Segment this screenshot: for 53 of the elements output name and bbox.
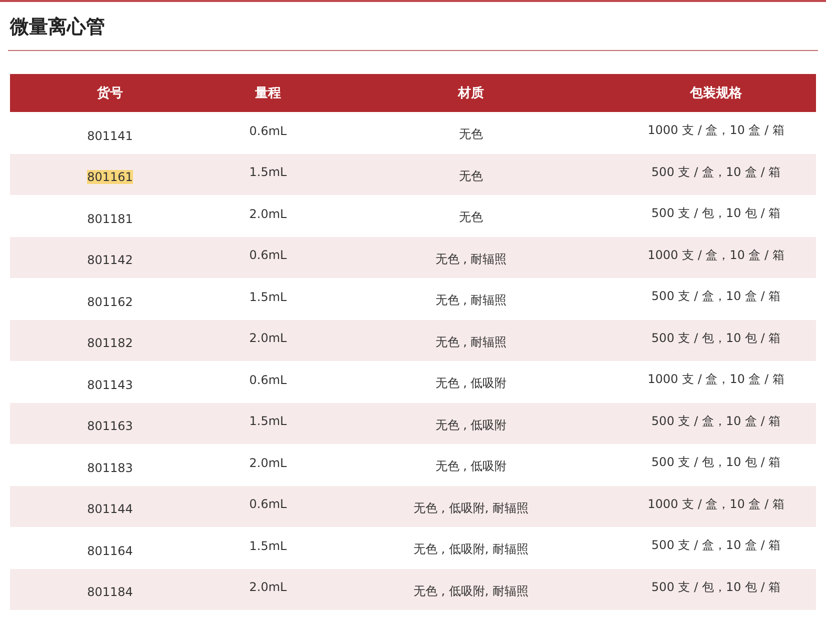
table-cell: 2.0mL — [249, 206, 287, 221]
table-cell: 801184 — [87, 585, 133, 600]
column-header: 货号 — [10, 74, 210, 112]
table-cell: 801161 — [87, 170, 133, 184]
table-cell: 无色 , 耐辐照 — [435, 292, 507, 310]
table-cell: 无色 , 低吸附 — [435, 375, 507, 392]
column-header: 包装规格 — [616, 74, 816, 112]
table-cell: 无色 — [459, 168, 483, 185]
table-cell: 801142 — [87, 253, 133, 268]
table-cell: 无色 , 低吸附, 耐辐照 — [413, 582, 529, 600]
table-cell: 2.0mL — [249, 456, 287, 470]
table-cell: 2.0mL — [249, 580, 287, 594]
table-cell: 801181 — [87, 212, 133, 226]
table-cell: 801164 — [87, 544, 133, 558]
table-cell: 500 支 / 包，10 包 / 箱 — [651, 330, 781, 347]
table-cell: 500 支 / 盒，10 盒 / 箱 — [651, 537, 781, 554]
table-cell: 500 支 / 盒，10 盒 / 箱 — [651, 412, 781, 430]
table-cell: 无色 , 低吸附 — [435, 416, 507, 434]
table-cell: 801141 — [87, 128, 133, 143]
table-cell: 1000 支 / 盒，10 盒 / 箱 — [648, 246, 784, 264]
table-cell: 1000 支 / 盒，10 盒 / 箱 — [648, 122, 784, 140]
table-cell: 1000 支 / 盒，10 盒 / 箱 — [648, 371, 784, 388]
table-cell: 1.5mL — [249, 538, 287, 553]
table-cell: 1.5mL — [249, 414, 287, 428]
table-cell: 801143 — [87, 378, 133, 392]
table-cell: 无色 — [459, 126, 483, 144]
table-cell: 500 支 / 包，10 包 / 箱 — [651, 578, 781, 596]
table-cell: 无色 , 耐辐照 — [435, 334, 507, 351]
table-cell: 801182 — [87, 336, 133, 350]
table-cell: 1.5mL — [249, 165, 287, 180]
table-cell: 801183 — [87, 460, 133, 475]
table-cell: 0.6mL — [249, 248, 287, 262]
table-cell: 无色 , 低吸附, 耐辐照 — [413, 500, 529, 517]
table-cell: 2.0mL — [249, 331, 287, 346]
table-cell: 500 支 / 盒，10 盒 / 箱 — [651, 288, 781, 306]
table-cell: 801162 — [87, 294, 133, 309]
table-cell: 801163 — [87, 419, 133, 434]
table-cell: 1.5mL — [249, 290, 287, 304]
table-cell: 0.6mL — [249, 124, 287, 138]
table-cell: 1000 支 / 盒，10 盒 / 箱 — [648, 496, 784, 513]
table-cell: 0.6mL — [249, 497, 287, 512]
column-header: 材质 — [326, 74, 616, 112]
table-cell: 500 支 / 盒，10 盒 / 箱 — [651, 164, 781, 181]
table-cell: 500 支 / 包，10 包 / 箱 — [651, 205, 781, 222]
table-cell: 无色 — [459, 209, 483, 226]
table-cell: 500 支 / 包，10 包 / 箱 — [651, 454, 781, 472]
table-cell: 无色 , 耐辐照 — [435, 250, 507, 268]
table-cell: 无色 , 低吸附 — [435, 458, 507, 476]
column-header: 量程 — [210, 74, 326, 112]
table-cell: 0.6mL — [249, 372, 287, 387]
page-title: 微量离心管 — [8, 2, 818, 51]
table-cell: 无色 , 低吸附, 耐辐照 — [413, 541, 529, 558]
table-cell: 801144 — [87, 502, 133, 516]
